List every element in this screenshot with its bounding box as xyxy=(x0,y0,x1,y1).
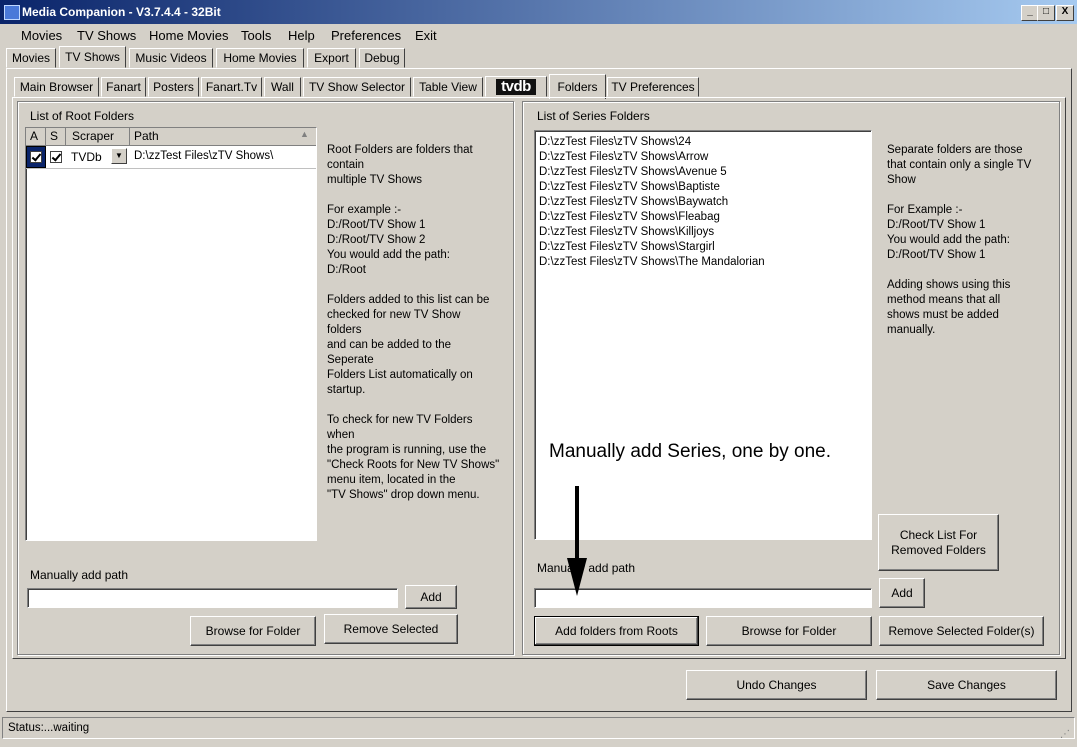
check-removed-folders-button[interactable]: Check List For Removed Folders xyxy=(878,514,999,571)
path-value: D:\zzTest Files\zTV Shows\ xyxy=(134,150,274,162)
col-header-s[interactable]: S xyxy=(46,128,66,145)
tvdb-logo: tvdb xyxy=(496,78,536,95)
app-icon xyxy=(4,5,20,20)
list-item[interactable]: D:\zzTest Files\zTV Shows\Baywatch xyxy=(539,195,871,210)
menu-bar: Movies TV Shows Home Movies Tools Help P… xyxy=(0,24,1077,46)
subtab-main-browser[interactable]: Main Browser xyxy=(14,77,99,97)
save-changes-button[interactable]: Save Changes xyxy=(876,670,1057,700)
auto-checkbox[interactable] xyxy=(30,151,42,163)
root-path-input[interactable] xyxy=(27,588,398,608)
add-root-button[interactable]: Add xyxy=(405,585,457,609)
maximize-button[interactable]: □ xyxy=(1037,5,1055,21)
scraper-dropdown-icon[interactable]: ▼ xyxy=(111,148,127,164)
annotation-arrow-icon xyxy=(567,486,587,596)
col-header-path[interactable]: Path xyxy=(130,128,316,145)
tab-debug[interactable]: Debug xyxy=(359,48,405,68)
menu-exit[interactable]: Exit xyxy=(415,28,437,43)
root-folders-grid[interactable]: A S Scraper Path ▲ TVDb ▼ D:\zzTest File… xyxy=(25,127,317,541)
series-folders-list[interactable]: D:\zzTest Files\zTV Shows\24 D:\zzTest F… xyxy=(534,130,872,540)
subtab-fanart[interactable]: Fanart xyxy=(101,77,146,97)
tab-movies[interactable]: Movies xyxy=(6,48,56,68)
subtab-tvdb[interactable]: tvdb xyxy=(485,76,547,97)
add-folders-from-roots-button[interactable]: Add folders from Roots xyxy=(534,616,699,646)
status-bar: Status:...waiting xyxy=(2,717,1075,739)
tab-tv-shows[interactable]: TV Shows xyxy=(59,46,126,68)
root-folders-description: Root Folders are folders that contain mu… xyxy=(327,144,500,501)
browse-series-folder-button[interactable]: Browse for Folder xyxy=(706,616,872,646)
tab-music-videos[interactable]: Music Videos xyxy=(129,48,213,68)
subtab-folders[interactable]: Folders xyxy=(549,74,606,99)
menu-home-movies[interactable]: Home Movies xyxy=(149,28,228,43)
list-item[interactable]: D:\zzTest Files\zTV Shows\Avenue 5 xyxy=(539,165,871,180)
subtab-tv-show-selector[interactable]: TV Show Selector xyxy=(303,77,411,97)
menu-tools[interactable]: Tools xyxy=(241,28,271,43)
grid-header: A S Scraper Path ▲ xyxy=(26,128,316,146)
subtab-fanart-tv[interactable]: Fanart.Tv xyxy=(201,77,262,97)
list-item[interactable]: D:\zzTest Files\zTV Shows\Baptiste xyxy=(539,180,871,195)
undo-changes-button[interactable]: Undo Changes xyxy=(686,670,867,700)
scraper-value: TVDb xyxy=(71,150,102,164)
title-bar: Media Companion - V3.7.4.4 - 32Bit _ □ X xyxy=(0,0,1077,24)
series-folders-description: Separate folders are those that contain … xyxy=(887,144,1032,336)
list-item[interactable]: D:\zzTest Files\zTV Shows\Fleabag xyxy=(539,210,871,225)
tab-export[interactable]: Export xyxy=(307,48,356,68)
status-text: Status:...waiting xyxy=(8,722,90,734)
list-item[interactable]: D:\zzTest Files\zTV Shows\The Mandaloria… xyxy=(539,255,871,270)
sort-arrow-icon: ▲ xyxy=(300,129,309,139)
remove-selected-folders-button[interactable]: Remove Selected Folder(s) xyxy=(879,616,1044,646)
add-series-button[interactable]: Add xyxy=(879,578,925,608)
list-item[interactable]: D:\zzTest Files\zTV Shows\Stargirl xyxy=(539,240,871,255)
list-item[interactable]: D:\zzTest Files\zTV Shows\Arrow xyxy=(539,150,871,165)
menu-movies[interactable]: Movies xyxy=(21,28,62,43)
window-title: Media Companion - V3.7.4.4 - 32Bit xyxy=(22,5,221,19)
scan-checkbox[interactable] xyxy=(50,151,62,163)
menu-preferences[interactable]: Preferences xyxy=(331,28,401,43)
tab-home-movies[interactable]: Home Movies xyxy=(216,48,304,68)
table-row[interactable]: TVDb ▼ D:\zzTest Files\zTV Shows\ xyxy=(26,146,316,169)
list-item[interactable]: D:\zzTest Files\zTV Shows\Killjoys xyxy=(539,225,871,240)
subtab-table-view[interactable]: Table View xyxy=(413,77,483,97)
manual-add-path-label: Manually add path xyxy=(30,568,129,582)
close-button[interactable]: X xyxy=(1056,5,1074,21)
root-folders-title: List of Root Folders xyxy=(30,109,135,123)
annotation-text: Manually add Series, one by one. xyxy=(549,441,832,462)
resize-grip-icon[interactable]: ⋰ xyxy=(1060,730,1074,744)
subtab-posters[interactable]: Posters xyxy=(148,77,199,97)
col-header-scraper[interactable]: Scraper xyxy=(66,128,130,145)
list-item[interactable]: D:\zzTest Files\zTV Shows\24 xyxy=(539,135,871,150)
menu-help[interactable]: Help xyxy=(288,28,315,43)
subtab-tv-preferences[interactable]: TV Preferences xyxy=(607,77,699,97)
menu-tv-shows[interactable]: TV Shows xyxy=(77,28,136,43)
remove-selected-root-button[interactable]: Remove Selected xyxy=(324,614,458,644)
subtab-wall[interactable]: Wall xyxy=(264,77,301,97)
browse-root-folder-button[interactable]: Browse for Folder xyxy=(190,616,316,646)
series-folders-title: List of Series Folders xyxy=(537,109,650,123)
col-header-a[interactable]: A xyxy=(26,128,46,145)
